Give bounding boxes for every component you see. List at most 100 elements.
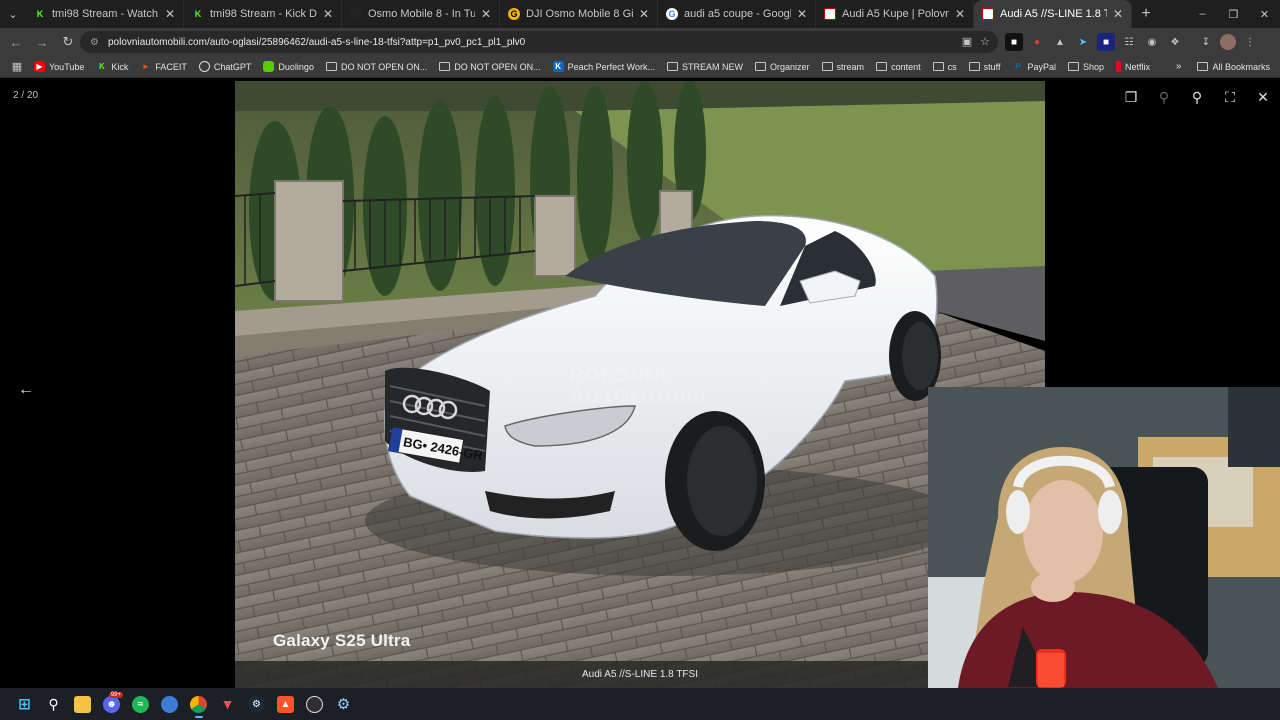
taskbar-app[interactable]	[155, 688, 184, 720]
bookmark-label: STREAM NEW	[682, 61, 744, 72]
bookmark-label: Netflix	[1125, 61, 1151, 72]
bookmark-folder[interactable]: cs	[932, 62, 957, 72]
tab-5[interactable]: Audi A5 Kupe | Polovni automo ✕	[816, 0, 974, 28]
duolingo-icon	[263, 61, 275, 72]
youtube-icon: ▶	[34, 61, 45, 72]
folder-icon	[1197, 62, 1209, 71]
close-icon[interactable]: ✕	[1256, 89, 1270, 106]
bookmark-folder[interactable]: Shop	[1067, 61, 1105, 72]
folder-icon	[667, 62, 679, 71]
taskbar-explorer[interactable]	[68, 688, 97, 720]
taskbar-brave[interactable]: ▲	[271, 688, 300, 720]
dji-icon	[350, 8, 362, 20]
bookmark-label: Shop	[1082, 61, 1105, 72]
site-info-icon[interactable]: ⚙	[90, 37, 102, 48]
tab-3[interactable]: G DJI Osmo Mobile 8 Gimbal | Gi ✕	[500, 0, 658, 28]
car-photo: BG• 2426-GR POLOVNI AUTOMOBILI Galaxy S2…	[235, 81, 1045, 688]
tab-6-active[interactable]: Audi A5 //S-LINE 1.8 TFSI | Polo ✕	[974, 0, 1132, 28]
extension-icon[interactable]: ▲	[1051, 33, 1069, 51]
bookmark-folder[interactable]: DO NOT OPEN ON...	[439, 61, 541, 72]
bookmark-folder[interactable]: stream	[821, 61, 865, 72]
bookmark-faceit[interactable]: ► FACEIT	[140, 61, 187, 72]
taskbar-chrome[interactable]	[184, 688, 213, 720]
reload-icon[interactable]: ↻	[56, 30, 80, 54]
fullscreen-icon[interactable]: ⛶	[1223, 89, 1237, 106]
extension-icon[interactable]: ■	[1097, 33, 1115, 51]
taskbar-steam[interactable]: ⚙	[242, 688, 271, 720]
browser-toolbar: ← → ↻ ⚙ polovniautomobili.com/auto-oglas…	[0, 28, 1280, 56]
bookmark-paypal[interactable]: P PayPal	[1012, 61, 1056, 72]
bookmark-kick[interactable]: K Kick	[96, 61, 128, 72]
close-icon[interactable]: ✕	[1113, 7, 1123, 21]
taskbar-settings[interactable]: ⚙	[329, 688, 358, 720]
back-arrow-icon[interactable]: ←	[4, 30, 28, 54]
puzzle-icon[interactable]: ❖	[1166, 33, 1184, 51]
bookmark-label: Kick	[111, 61, 129, 72]
restore-icon[interactable]: ❐	[1218, 0, 1249, 28]
bookmark-peach[interactable]: K Peach Perfect Work...	[552, 61, 655, 72]
url-text: polovniautomobili.com/auto-oglasi/258964…	[108, 36, 526, 48]
folder-icon	[325, 62, 337, 71]
bookmark-folder[interactable]: content	[876, 62, 921, 72]
tab-search-button[interactable]: ⌄	[0, 0, 26, 28]
bookmark-folder[interactable]: stuff	[968, 62, 1000, 72]
cast-icon[interactable]: ▣	[962, 35, 972, 48]
zoom-out-icon[interactable]: ⚲	[1157, 89, 1171, 106]
tab-2[interactable]: Osmo Mobile 8 - In Tune With ✕	[342, 0, 500, 28]
new-tab-button[interactable]: +	[1132, 5, 1160, 23]
window-controls: – ❐ ✕	[1187, 0, 1280, 28]
extension-icon[interactable]: ☷	[1120, 33, 1138, 51]
close-icon[interactable]: ✕	[639, 7, 649, 21]
tab-4[interactable]: G audi a5 coupe - Google Search ✕	[658, 0, 816, 28]
folder-icon	[439, 62, 451, 71]
extension-icon[interactable]: ➤	[1074, 33, 1092, 51]
windows-logo-icon: ⊞	[18, 696, 31, 713]
close-window-icon[interactable]: ✕	[1249, 0, 1280, 28]
plus-icon: +	[1141, 5, 1151, 22]
forward-arrow-icon[interactable]: →	[30, 30, 54, 54]
bookmark-youtube[interactable]: ▶ YouTube	[34, 61, 84, 72]
folder-icon	[821, 62, 833, 71]
zoom-in-icon[interactable]: ⚲	[1190, 89, 1204, 106]
all-bookmarks[interactable]: » All Bookmarks	[1176, 61, 1270, 72]
apps-grid-icon[interactable]: ▦	[6, 60, 28, 73]
chevron-right-icon[interactable]: »	[1176, 61, 1182, 72]
profile-avatar[interactable]	[1220, 34, 1236, 50]
download-icon[interactable]: ↧	[1197, 33, 1215, 51]
close-icon[interactable]: ✕	[481, 7, 491, 21]
google-icon: G	[666, 8, 678, 20]
minimize-icon[interactable]: –	[1187, 0, 1218, 28]
taskbar-search[interactable]: ⚲	[39, 688, 68, 720]
taskbar-obs[interactable]	[300, 688, 329, 720]
watermark-line: POLOVNI	[570, 365, 668, 387]
kebab-menu-icon[interactable]: ⋮	[1241, 33, 1259, 51]
extension-icon[interactable]: ■	[1005, 33, 1023, 51]
bookmark-label: DO NOT OPEN ON...	[454, 61, 541, 72]
start-button[interactable]: ⊞	[10, 688, 39, 720]
taskbar-spotify[interactable]: ≈	[126, 688, 155, 720]
bookmark-duolingo[interactable]: Duolingo	[263, 61, 314, 72]
taskbar-discord[interactable]: ☻ 99+	[97, 688, 126, 720]
slideshow-icon[interactable]: ❐	[1124, 89, 1138, 106]
tab-1[interactable]: K tmi98 Stream - Kick Dashboard ✕	[184, 0, 342, 28]
bookmark-chatgpt[interactable]: ChatGPT	[198, 61, 251, 72]
bookmark-folder[interactable]: Organizer	[755, 62, 810, 72]
tab-0[interactable]: K tmi98 Stream - Watch Live on K ✕	[26, 0, 184, 28]
bookmark-folder[interactable]: DO NOT OPEN ON...	[325, 62, 427, 72]
bookmark-label: YouTube	[49, 61, 85, 72]
close-icon[interactable]: ✕	[323, 7, 333, 21]
bookmark-folder[interactable]: STREAM NEW	[667, 62, 743, 72]
extension-icon[interactable]: ◉	[1143, 33, 1161, 51]
bookmark-star-icon[interactable]: ☆	[980, 35, 990, 48]
taskbar-valorant[interactable]: ▼	[213, 688, 242, 720]
close-icon[interactable]: ✕	[797, 7, 807, 21]
close-icon[interactable]: ✕	[165, 7, 175, 21]
address-bar[interactable]: ⚙ polovniautomobili.com/auto-oglasi/2589…	[80, 31, 998, 53]
close-icon[interactable]: ✕	[955, 7, 965, 21]
bookmark-label: stream	[836, 61, 865, 72]
bookmark-label: Organizer	[770, 61, 810, 72]
folder-icon	[932, 62, 944, 71]
bookmark-netflix[interactable]: Netflix	[1116, 61, 1150, 72]
previous-arrow-icon[interactable]: ←	[18, 381, 34, 399]
extension-icon[interactable]: ●	[1028, 33, 1046, 51]
